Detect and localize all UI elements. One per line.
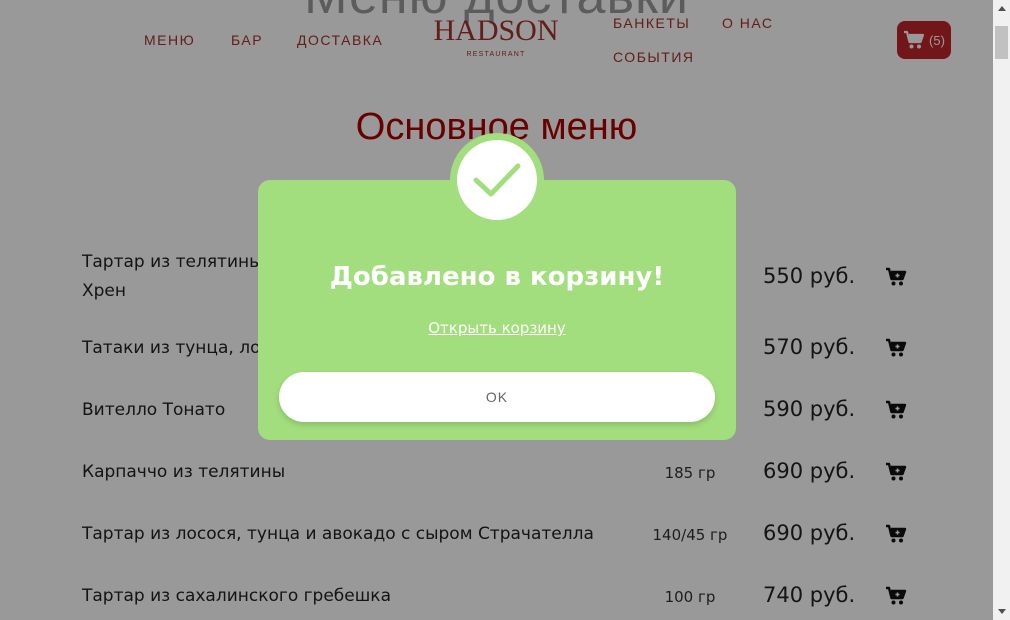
checkmark-icon [473, 163, 521, 197]
check-badge [457, 140, 537, 220]
dialog-title: Добавлено в корзину! [329, 262, 665, 292]
scrollbar[interactable] [993, 0, 1010, 620]
scroll-up-arrow-icon[interactable] [993, 0, 1010, 17]
scroll-down-arrow-icon[interactable] [993, 603, 1010, 620]
open-cart-link[interactable]: Открыть корзину [258, 319, 736, 337]
page: Меню доставки МЕНЮ БАР ДОСТАВКА HADSON R… [0, 0, 993, 620]
ok-button[interactable]: OK [279, 372, 715, 422]
scrollbar-thumb[interactable] [995, 26, 1008, 59]
